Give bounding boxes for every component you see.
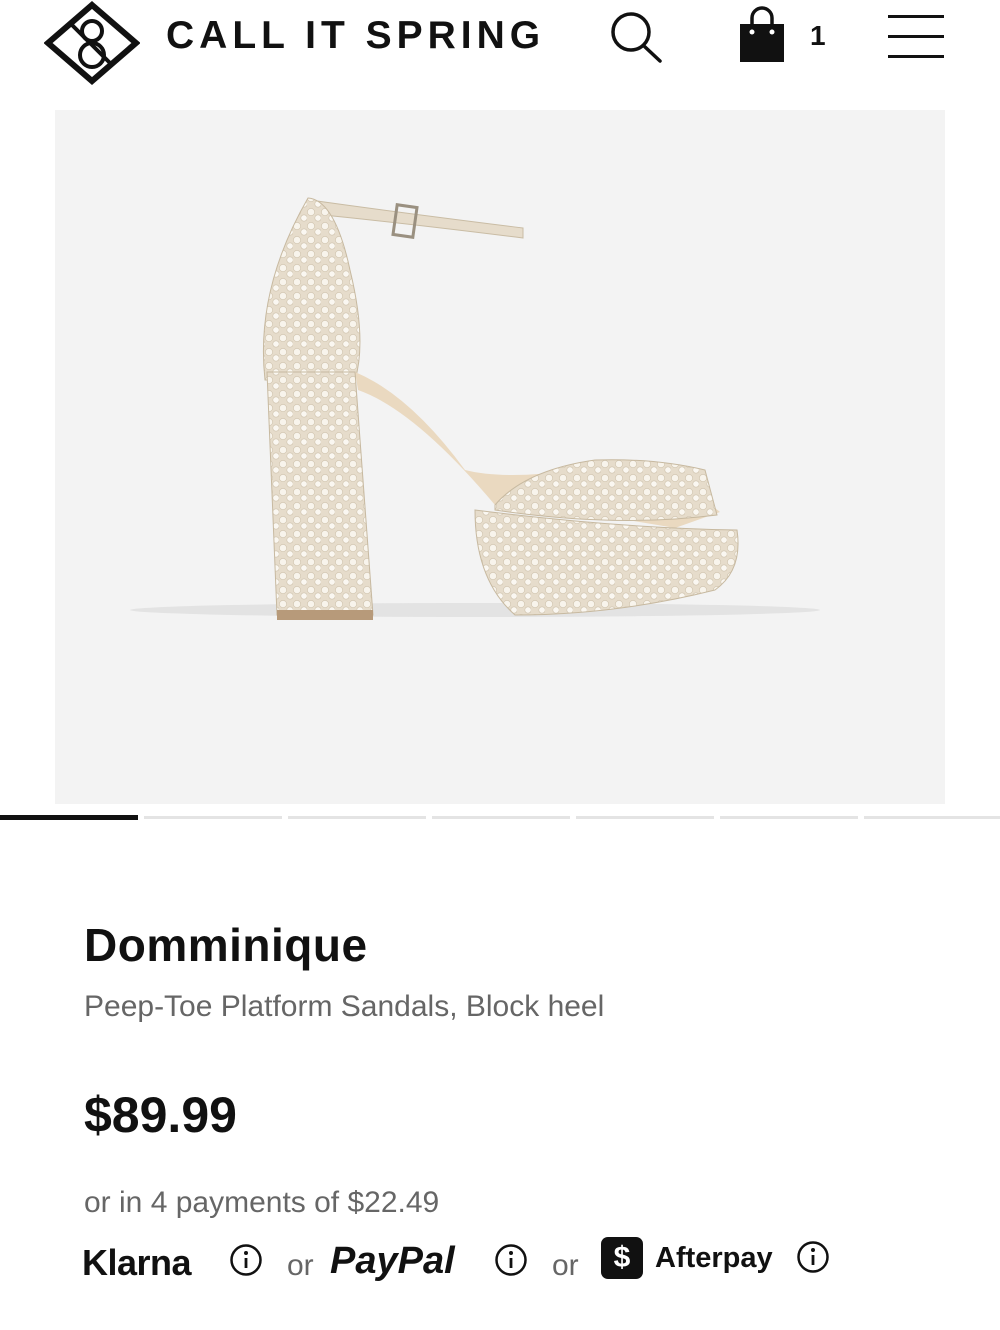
hamburger-menu-icon[interactable] — [888, 12, 944, 60]
brand-name[interactable]: CALL IT SPRING — [166, 14, 545, 58]
or-separator: or — [287, 1249, 314, 1282]
installments-text: or in 4 payments of $22.49 — [84, 1186, 440, 1219]
carousel-indicators — [0, 815, 1000, 821]
carousel-indicator[interactable] — [288, 816, 426, 819]
afterpay-badge-icon: $ — [601, 1237, 643, 1279]
product-description: Peep-Toe Platform Sandals, Block heel — [84, 990, 605, 1023]
product-name: Domminique — [84, 919, 368, 971]
brand-logo-icon[interactable] — [44, 1, 140, 85]
shopping-bag-icon[interactable] — [734, 6, 790, 66]
info-icon[interactable] — [229, 1243, 263, 1277]
search-icon[interactable] — [604, 6, 666, 66]
site-header: CALL IT SPRING 1 — [0, 0, 1000, 90]
product-price: $89.99 — [84, 1087, 237, 1143]
sandal-illustration — [130, 197, 820, 620]
carousel-indicator[interactable] — [144, 816, 282, 819]
bag-count-badge: 1 — [810, 20, 826, 51]
paypal-logo: PayPal — [330, 1240, 455, 1282]
or-separator: or — [552, 1249, 579, 1282]
afterpay-logo: Afterpay — [655, 1242, 773, 1274]
carousel-indicator[interactable] — [0, 815, 138, 820]
info-icon[interactable] — [494, 1243, 528, 1277]
info-icon[interactable] — [796, 1240, 830, 1274]
klarna-logo: Klarna — [82, 1242, 192, 1283]
product-image[interactable] — [55, 110, 945, 804]
carousel-indicator[interactable] — [864, 816, 1000, 819]
payment-options: Klarna or PayPal or $ Afterpay — [0, 1230, 1000, 1290]
carousel-indicator[interactable] — [720, 816, 858, 819]
carousel-indicator[interactable] — [576, 816, 714, 819]
carousel-indicator[interactable] — [432, 816, 570, 819]
